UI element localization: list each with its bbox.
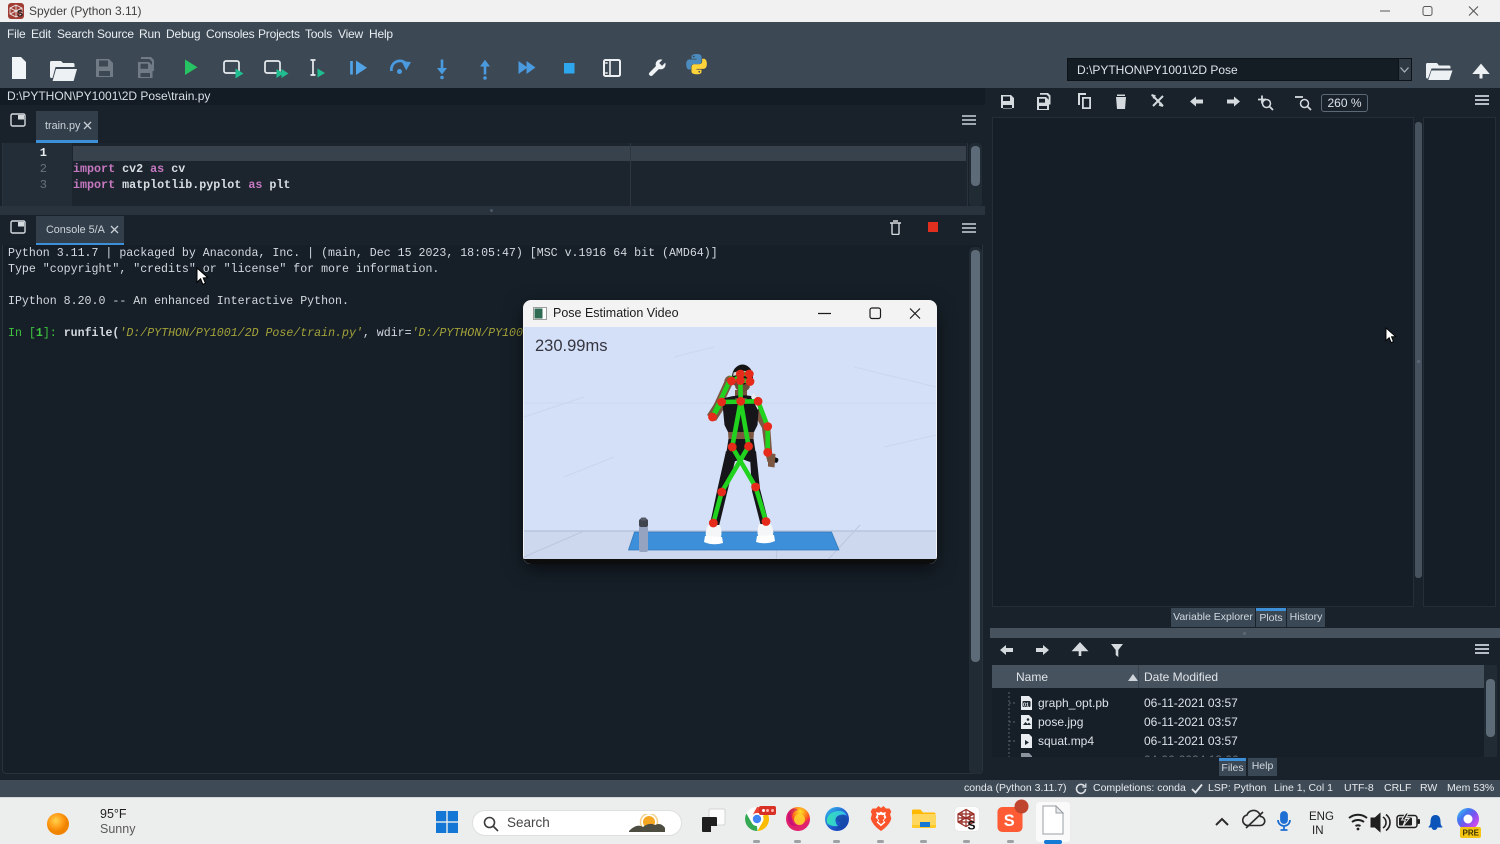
svg-text:230.99ms: 230.99ms [535,337,607,355]
svg-text:IN: IN [1312,825,1324,837]
svg-text:S: S [968,819,976,833]
svg-text:S: S [1004,812,1015,830]
svg-text:ENG: ENG [1309,811,1334,823]
svg-text:PRE: PRE [1463,829,1480,838]
svg-text:S: S [17,9,23,19]
